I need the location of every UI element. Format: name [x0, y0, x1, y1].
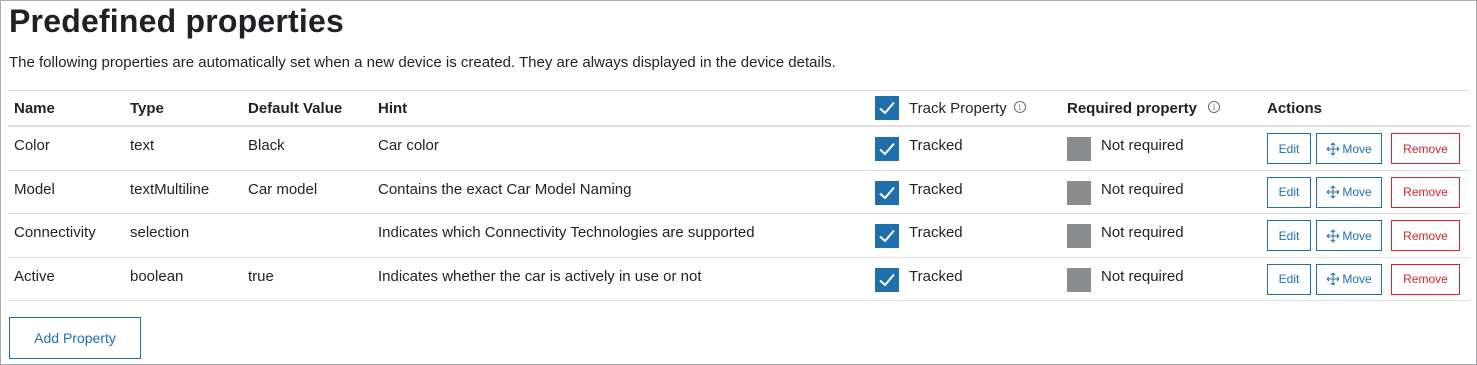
info-icon[interactable]: i	[1013, 101, 1026, 113]
header-track-property: Track Property i	[875, 91, 1026, 125]
required-checkbox[interactable]	[1067, 180, 1091, 205]
cell-actions: Edit Move Remove	[1267, 127, 1460, 170]
cell-track: Tracked	[875, 127, 963, 170]
cell-hint: Indicates whether the car is actively in…	[378, 267, 702, 285]
cell-track: Tracked	[875, 171, 963, 214]
info-icon[interactable]: i	[1208, 101, 1221, 113]
header-track-label: Track Property	[909, 99, 1007, 117]
track-checkbox[interactable]	[875, 180, 899, 205]
header-hint: Hint	[378, 99, 408, 117]
cell-actions: Edit Move Remove	[1267, 258, 1460, 301]
required-label: Not required	[1101, 267, 1184, 285]
move-button[interactable]: Move	[1316, 133, 1382, 164]
cell-type: text	[130, 137, 155, 154]
cell-name: Color	[14, 137, 50, 154]
checkmark-icon	[879, 273, 895, 286]
cell-hint: Contains the exact Car Model Naming	[378, 180, 632, 198]
header-default-value: Default Value	[248, 99, 343, 117]
move-arrows-icon	[1326, 185, 1340, 199]
move-label: Move	[1342, 141, 1372, 156]
checkmark-icon	[879, 186, 895, 199]
move-button[interactable]: Move	[1316, 176, 1382, 208]
cell-name: Active	[14, 267, 55, 285]
edit-button[interactable]: Edit	[1267, 133, 1311, 164]
track-all-checkbox[interactable]	[875, 96, 899, 120]
required-checkbox[interactable]	[1067, 137, 1091, 161]
header-required-label: Required property	[1067, 99, 1198, 117]
required-label: Not required	[1101, 180, 1184, 198]
table-row: Color text Black Car color Tracked Not r…	[8, 127, 1470, 171]
cell-required: Not required	[1067, 171, 1184, 214]
cell-type: boolean	[130, 267, 184, 285]
cell-type: textMultiline	[130, 180, 210, 198]
track-checkbox[interactable]	[875, 224, 899, 248]
page-description: The following properties are automatical…	[9, 54, 836, 71]
cell-required: Not required	[1067, 127, 1184, 170]
cell-default-value: Car model	[248, 180, 318, 198]
edit-button[interactable]: Edit	[1267, 220, 1311, 251]
required-checkbox[interactable]	[1067, 224, 1091, 248]
move-arrows-icon	[1326, 142, 1340, 155]
tracked-label: Tracked	[909, 224, 963, 241]
properties-table: Name Type Default Value Hint Track Prope…	[8, 90, 1470, 301]
move-label: Move	[1342, 228, 1372, 243]
remove-button[interactable]: Remove	[1391, 176, 1460, 208]
move-button[interactable]: Move	[1316, 263, 1382, 295]
track-checkbox[interactable]	[875, 137, 899, 161]
tracked-label: Tracked	[909, 137, 963, 154]
checkmark-icon	[879, 142, 895, 156]
table-row: Model textMultiline Car model Contains t…	[8, 171, 1470, 214]
table-row: Active boolean true Indicates whether th…	[8, 258, 1470, 301]
cell-name: Connectivity	[14, 224, 96, 241]
move-button[interactable]: Move	[1316, 220, 1382, 251]
edit-button[interactable]: Edit	[1267, 263, 1311, 295]
table-header-row: Name Type Default Value Hint Track Prope…	[8, 90, 1470, 127]
cell-required: Not required	[1067, 214, 1184, 257]
checkmark-icon	[879, 101, 895, 115]
cell-required: Not required	[1067, 258, 1184, 301]
track-checkbox[interactable]	[875, 267, 899, 292]
move-arrows-icon	[1326, 272, 1340, 286]
header-type: Type	[130, 99, 164, 117]
properties-panel: Predefined properties The following prop…	[0, 0, 1477, 365]
move-label: Move	[1342, 185, 1372, 199]
cell-hint: Indicates which Connectivity Technologie…	[378, 224, 755, 241]
required-label: Not required	[1101, 224, 1184, 241]
header-name: Name	[14, 99, 55, 117]
cell-track: Tracked	[875, 214, 963, 257]
add-property-button[interactable]: Add Property	[9, 317, 141, 359]
move-arrows-icon	[1326, 229, 1340, 242]
header-required-property: Required property i	[1067, 91, 1221, 125]
cell-type: selection	[130, 224, 190, 241]
cell-track: Tracked	[875, 258, 963, 301]
required-checkbox[interactable]	[1067, 267, 1091, 292]
cell-name: Model	[14, 180, 55, 198]
move-label: Move	[1342, 272, 1372, 286]
cell-hint: Car color	[378, 137, 439, 154]
checkmark-icon	[879, 229, 895, 243]
edit-button[interactable]: Edit	[1267, 176, 1311, 208]
remove-button[interactable]: Remove	[1391, 220, 1460, 251]
tracked-label: Tracked	[909, 180, 963, 198]
header-actions: Actions	[1267, 99, 1323, 117]
table-row: Connectivity selection Indicates which C…	[8, 214, 1470, 258]
cell-actions: Edit Move Remove	[1267, 214, 1460, 257]
tracked-label: Tracked	[909, 267, 963, 285]
cell-default-value: Black	[248, 137, 285, 154]
page-title: Predefined properties	[9, 3, 344, 39]
remove-button[interactable]: Remove	[1391, 263, 1460, 295]
required-label: Not required	[1101, 137, 1184, 154]
cell-actions: Edit Move Remove	[1267, 171, 1460, 214]
cell-default-value: true	[248, 267, 274, 285]
remove-button[interactable]: Remove	[1391, 133, 1460, 164]
